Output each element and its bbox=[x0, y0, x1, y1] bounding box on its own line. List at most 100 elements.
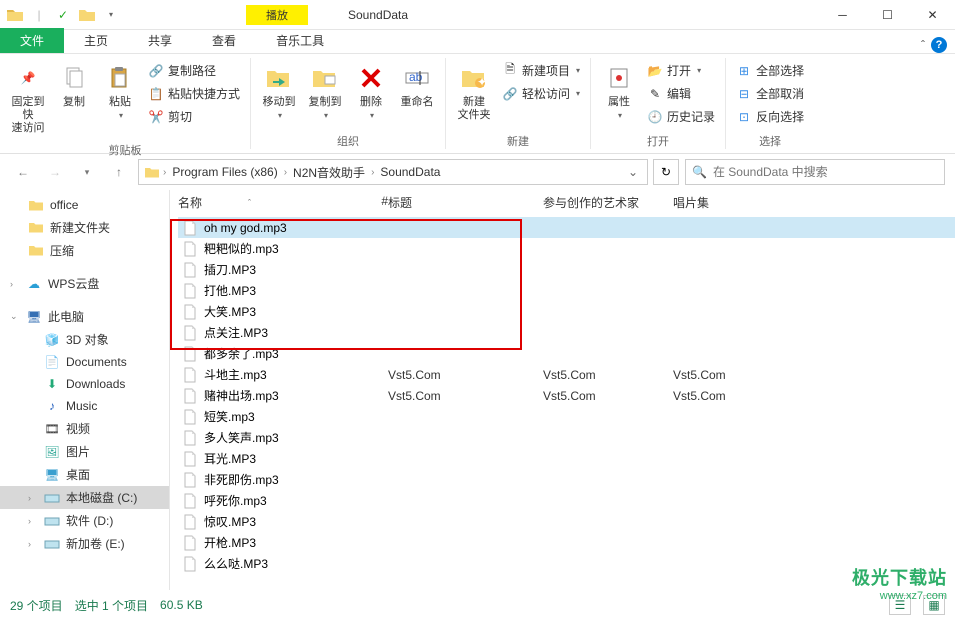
large-icons-view-button[interactable]: ▦ bbox=[923, 595, 945, 615]
col-album[interactable]: 唱片集 bbox=[673, 194, 955, 211]
file-row[interactable]: 非死即伤.mp3 bbox=[178, 469, 955, 490]
file-row[interactable]: 大笑.MP3 bbox=[178, 301, 955, 322]
nav-downloads[interactable]: ⬇Downloads bbox=[0, 373, 169, 395]
nav-volume-e[interactable]: ›新加卷 (E:) bbox=[0, 532, 169, 555]
nav-documents[interactable]: 📄Documents bbox=[0, 351, 169, 373]
column-headers[interactable]: 名称 ˆ # 标题 参与创作的艺术家 唱片集 bbox=[170, 190, 955, 217]
breadcrumb-seg-3[interactable]: SoundData bbox=[376, 165, 444, 179]
recent-locations-button[interactable]: ▾ bbox=[74, 159, 100, 185]
file-row[interactable]: 短笑.mp3 bbox=[178, 406, 955, 427]
properties-button[interactable]: 属性▾ bbox=[597, 58, 641, 124]
file-row[interactable]: 呼死你.mp3 bbox=[178, 490, 955, 511]
breadcrumb-dropdown[interactable]: ⌄ bbox=[623, 165, 643, 179]
nav-local-disk-c[interactable]: ›本地磁盘 (C:) bbox=[0, 486, 169, 509]
file-row[interactable]: 耳光.MP3 bbox=[178, 448, 955, 469]
qat-dropdown[interactable]: ▾ bbox=[100, 4, 122, 26]
file-row[interactable]: 斗地主.mp3Vst5.ComVst5.ComVst5.Com bbox=[178, 364, 955, 385]
file-row[interactable]: 粑粑似的.mp3 bbox=[178, 238, 955, 259]
nav-3d-objects[interactable]: 🧊3D 对象 bbox=[0, 328, 169, 351]
expand-icon[interactable]: › bbox=[28, 493, 38, 503]
select-none-button[interactable]: ⊟全部取消 bbox=[732, 83, 808, 104]
open-button[interactable]: 📂打开▾ bbox=[643, 60, 719, 81]
breadcrumb-seg-2[interactable]: N2N音效助手 bbox=[289, 164, 369, 181]
search-box[interactable]: 🔍 bbox=[685, 159, 945, 185]
paste-button[interactable]: 粘贴 ▾ bbox=[98, 58, 142, 124]
folder-icon bbox=[28, 220, 44, 236]
nav-office[interactable]: office bbox=[0, 194, 169, 216]
group-organize-label: 组织 bbox=[257, 131, 439, 149]
nav-software-d[interactable]: ›软件 (D:) bbox=[0, 509, 169, 532]
tab-home[interactable]: 主页 bbox=[64, 28, 128, 53]
file-row[interactable]: 惊叹.MP3 bbox=[178, 511, 955, 532]
forward-button[interactable]: → bbox=[42, 159, 68, 185]
select-all-button[interactable]: ⊞全部选择 bbox=[732, 60, 808, 81]
chevron-right-icon[interactable]: › bbox=[284, 167, 287, 178]
edit-button[interactable]: ✎编辑 bbox=[643, 83, 719, 104]
tab-share[interactable]: 共享 bbox=[128, 28, 192, 53]
chevron-right-icon[interactable]: › bbox=[371, 167, 374, 178]
copy-to-button[interactable]: 复制到▾ bbox=[303, 58, 347, 124]
expand-icon[interactable]: › bbox=[28, 539, 38, 549]
expand-icon[interactable]: › bbox=[28, 516, 38, 526]
collapse-icon[interactable]: ⌄ bbox=[10, 311, 20, 322]
nav-this-pc[interactable]: ⌄🖥此电脑 bbox=[0, 305, 169, 328]
paste-shortcut-button[interactable]: 📋粘贴快捷方式 bbox=[144, 83, 244, 104]
nav-wps-cloud[interactable]: ›☁WPS云盘 bbox=[0, 272, 169, 295]
refresh-button[interactable]: ↻ bbox=[653, 159, 679, 185]
up-button[interactable]: ↑ bbox=[106, 159, 132, 185]
file-row[interactable]: 开枪.MP3 bbox=[178, 532, 955, 553]
invert-selection-button[interactable]: ⊡反向选择 bbox=[732, 106, 808, 127]
delete-button[interactable]: 删除▾ bbox=[349, 58, 393, 124]
nav-music[interactable]: ♪Music bbox=[0, 395, 169, 417]
file-row[interactable]: 点关注.MP3 bbox=[178, 322, 955, 343]
qat-check-icon[interactable]: ✓ bbox=[52, 4, 74, 26]
close-button[interactable]: ✕ bbox=[910, 1, 955, 29]
new-folder-button[interactable]: ✦ 新建 文件夹 bbox=[452, 58, 496, 126]
new-item-button[interactable]: 🗎新建项目▾ bbox=[498, 60, 584, 81]
expand-icon[interactable]: › bbox=[10, 279, 20, 289]
file-row[interactable]: 打他.MP3 bbox=[178, 280, 955, 301]
folder-icon[interactable] bbox=[4, 4, 26, 26]
nav-videos[interactable]: 🎞视频 bbox=[0, 417, 169, 440]
breadcrumb-seg-1[interactable]: Program Files (x86) bbox=[168, 165, 281, 179]
easy-access-button[interactable]: 🔗轻松访问▾ bbox=[498, 83, 584, 104]
navigation-pane[interactable]: office 新建文件夹 压缩 ›☁WPS云盘 ⌄🖥此电脑 🧊3D 对象 📄Do… bbox=[0, 190, 170, 590]
rename-button[interactable]: ab 重命名 bbox=[395, 58, 439, 113]
tab-file[interactable]: 文件 bbox=[0, 28, 64, 53]
help-icon[interactable]: ? bbox=[931, 37, 947, 53]
cut-button[interactable]: ✂️剪切 bbox=[144, 106, 244, 127]
tab-music-tools[interactable]: 音乐工具 bbox=[256, 28, 344, 53]
search-input[interactable] bbox=[713, 165, 938, 179]
tab-view[interactable]: 查看 bbox=[192, 28, 256, 53]
file-row[interactable]: 赌神出场.mp3Vst5.ComVst5.ComVst5.Com bbox=[178, 385, 955, 406]
file-icon bbox=[182, 262, 198, 278]
col-name[interactable]: 名称 ˆ bbox=[178, 194, 358, 211]
file-row[interactable]: 么么哒.MP3 bbox=[178, 553, 955, 574]
file-row[interactable]: 插刀.MP3 bbox=[178, 259, 955, 280]
nav-compressed[interactable]: 压缩 bbox=[0, 239, 169, 262]
history-button[interactable]: 🕘历史记录 bbox=[643, 106, 719, 127]
breadcrumb[interactable]: › Program Files (x86) › N2N音效助手 › SoundD… bbox=[138, 159, 648, 185]
file-row[interactable]: oh my god.mp3 bbox=[178, 217, 955, 238]
copy-button[interactable]: 复制 bbox=[52, 58, 96, 113]
copy-path-button[interactable]: 🔗复制路径 bbox=[144, 60, 244, 81]
minimize-button[interactable]: ─ bbox=[820, 1, 865, 29]
ribbon-collapse-icon[interactable]: ˆ bbox=[921, 38, 925, 52]
maximize-button[interactable]: ☐ bbox=[865, 1, 910, 29]
nav-new-folder[interactable]: 新建文件夹 bbox=[0, 216, 169, 239]
file-list[interactable]: oh my god.mp3粑粑似的.mp3插刀.MP3打他.MP3大笑.MP3点… bbox=[170, 217, 955, 574]
nav-pictures[interactable]: 🖼图片 bbox=[0, 440, 169, 463]
move-to-button[interactable]: 移动到▾ bbox=[257, 58, 301, 124]
back-button[interactable]: ← bbox=[10, 159, 36, 185]
col-artists[interactable]: 参与创作的艺术家 bbox=[543, 194, 673, 211]
col-number[interactable]: # bbox=[358, 194, 388, 211]
col-title[interactable]: 标题 bbox=[388, 194, 543, 211]
pin-to-quickaccess-button[interactable]: 📌 固定到快 速访问 bbox=[6, 58, 50, 140]
chevron-right-icon[interactable]: › bbox=[163, 167, 166, 178]
file-row[interactable]: 都多余了.mp3 bbox=[178, 343, 955, 364]
nav-desktop[interactable]: 🖥桌面 bbox=[0, 463, 169, 486]
file-row[interactable]: 多人笑声.mp3 bbox=[178, 427, 955, 448]
qat-folder2-icon[interactable] bbox=[76, 4, 98, 26]
details-view-button[interactable]: ☰ bbox=[889, 595, 911, 615]
drive-icon bbox=[44, 513, 60, 529]
